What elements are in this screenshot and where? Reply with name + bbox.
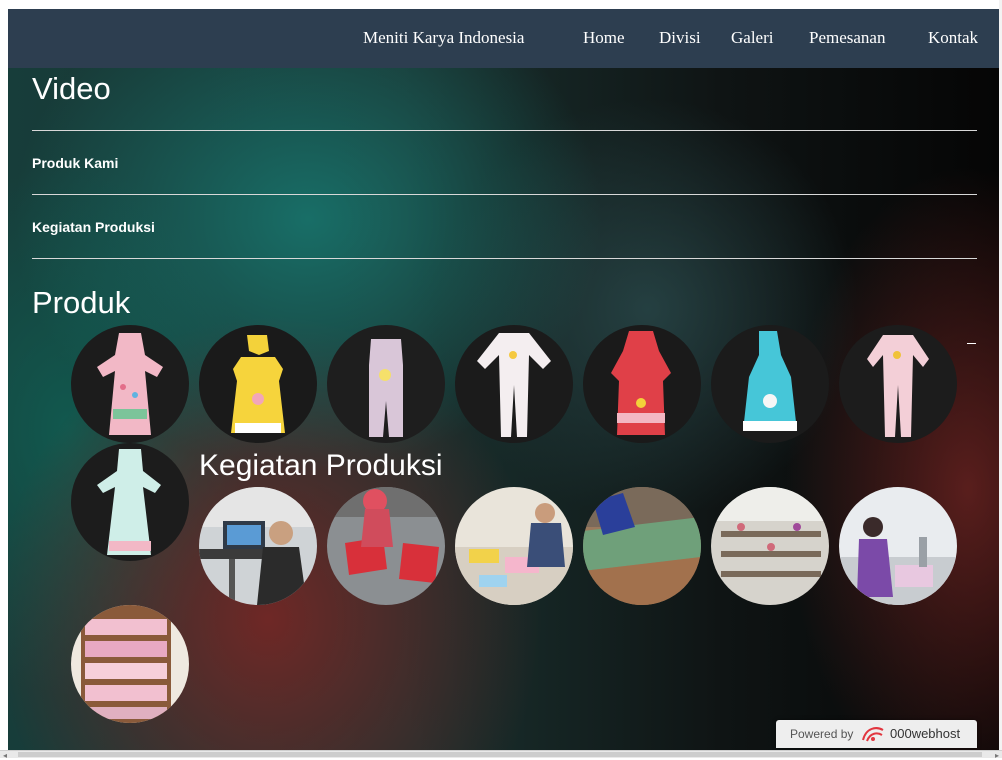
navbar: Meniti Karya Indonesia Home Divisi Galer… — [8, 9, 999, 68]
nav-pemesanan[interactable]: Pemesanan — [809, 28, 885, 48]
webhost-brand: 000webhost — [890, 726, 961, 741]
kegiatan-title: Kegiatan Produksi — [199, 449, 443, 482]
product-photo-blue-hooded-dress[interactable] — [711, 325, 829, 443]
activity-photo-factory-floor[interactable] — [711, 487, 829, 605]
divider — [32, 258, 977, 259]
nav-kontak[interactable]: Kontak — [928, 28, 978, 48]
powered-by-badge[interactable]: Powered by 000webhost — [776, 720, 977, 748]
scroll-left-arrow-icon[interactable]: ◂ — [3, 751, 7, 760]
produk-title: Produk — [32, 285, 131, 320]
divider — [32, 194, 977, 195]
activity-photo-sewing-table[interactable] — [455, 487, 573, 605]
powered-by-label: Powered by — [790, 727, 854, 741]
product-photo-mint-dress[interactable] — [71, 443, 189, 561]
video-link-produk-kami[interactable]: Produk Kami — [32, 155, 118, 171]
activity-photo-fabric-cutting[interactable] — [327, 487, 445, 605]
product-photo-red-hooded-dress[interactable] — [583, 325, 701, 443]
activity-photo-sewing-worker[interactable] — [839, 487, 957, 605]
product-photo-white-pajama[interactable] — [455, 325, 573, 443]
divider — [32, 130, 977, 131]
nav-divisi[interactable]: Divisi — [659, 28, 701, 48]
product-photo-pink-pajama[interactable] — [839, 325, 957, 443]
nav-brand[interactable]: Meniti Karya Indonesia — [363, 28, 524, 48]
nav-galeri[interactable]: Galeri — [731, 28, 773, 48]
product-photo-lavender-romper[interactable] — [327, 325, 445, 443]
scrollbar-thumb[interactable] — [18, 752, 982, 757]
dash-mark — [967, 343, 976, 344]
video-title: Video — [32, 71, 111, 106]
webhost-logo-icon — [860, 724, 886, 749]
activity-photo-garment-shelves[interactable] — [71, 605, 189, 723]
product-photo-pink-dress[interactable] — [71, 325, 189, 443]
activity-photo-pattern-layout[interactable] — [583, 487, 701, 605]
scroll-right-arrow-icon[interactable]: ▸ — [995, 751, 999, 760]
activity-photo-computer-workstation[interactable] — [199, 487, 317, 605]
nav-home[interactable]: Home — [583, 28, 625, 48]
video-link-kegiatan-produksi[interactable]: Kegiatan Produksi — [32, 219, 155, 235]
product-photo-yellow-dress[interactable] — [199, 325, 317, 443]
page-frame: Meniti Karya Indonesia Home Divisi Galer… — [8, 9, 999, 750]
